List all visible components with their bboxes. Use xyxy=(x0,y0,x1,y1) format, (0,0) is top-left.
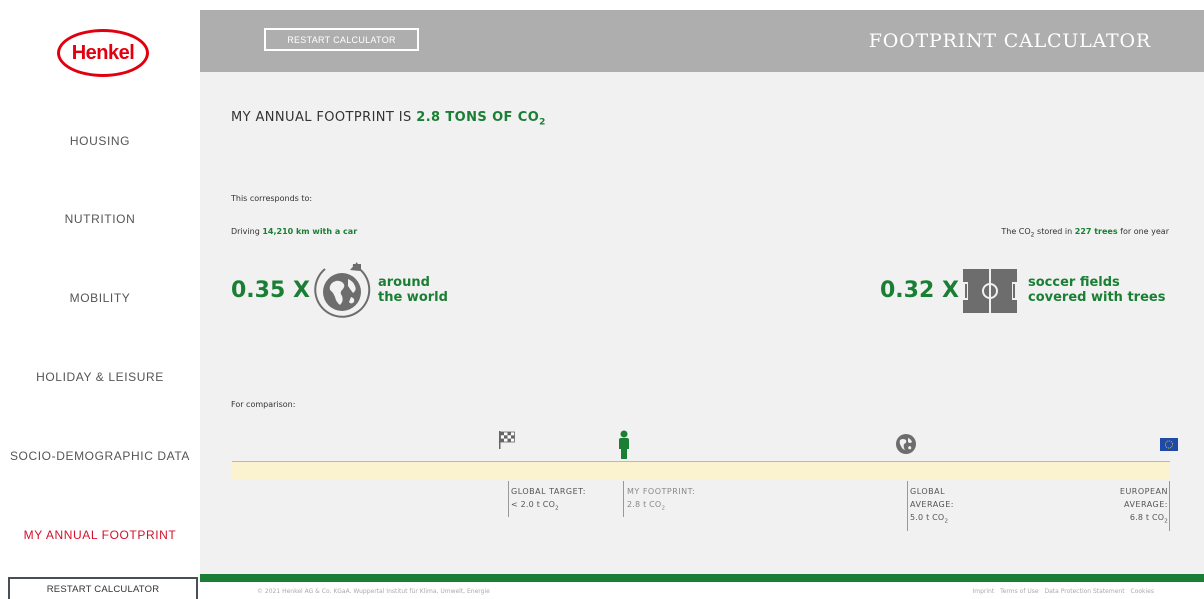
result-value: 2.8 TONS OF CO2 xyxy=(416,110,546,128)
footer-copyright: © 2021 Henkel AG & Co. KGaA. Wuppertal I… xyxy=(257,588,490,595)
sidebar: Henkel HOUSING NUTRITION MOBILITY HOLIDA… xyxy=(0,10,200,595)
footer-link-terms[interactable]: Terms of Use xyxy=(1000,588,1038,595)
result-value-text: 2.8 TONS OF CO xyxy=(416,110,540,125)
sidebar-item-nutrition[interactable]: NUTRITION xyxy=(0,212,200,226)
european-average-sub: 2 xyxy=(1164,518,1168,525)
marker-line-global-average xyxy=(907,481,908,531)
my-footprint-label: MY FOOTPRINT: 2.8 t CO2 xyxy=(627,485,695,516)
eu-flag-icon xyxy=(1160,438,1178,451)
my-footprint-title: MY FOOTPRINT: xyxy=(627,487,696,496)
global-average-title: GLOBAL xyxy=(910,487,946,496)
henkel-logo[interactable]: Henkel xyxy=(57,29,149,77)
footer-link-data-protection[interactable]: Data Protection Statement xyxy=(1045,588,1125,595)
header-restart-button[interactable]: RESTART CALCULATOR xyxy=(264,28,419,51)
trees-prefix: The CO xyxy=(1001,227,1031,236)
sidebar-item-mobility[interactable]: MOBILITY xyxy=(0,291,200,305)
global-average-sub: 2 xyxy=(944,518,949,525)
driving-value: 14,210 km with a car xyxy=(262,227,358,236)
global-average-label: GLOBAL AVERAGE: 5.0 t CO2 xyxy=(910,485,954,529)
footer-link-imprint[interactable]: Imprint xyxy=(972,588,994,595)
global-target-sub: 2 xyxy=(555,505,559,512)
european-average-title-2: AVERAGE: xyxy=(1123,500,1168,509)
result-heading: MY ANNUAL FOOTPRINT IS 2.8 TONS OF CO2 xyxy=(231,110,546,128)
sidebar-item-my-annual-footprint[interactable]: MY ANNUAL FOOTPRINT xyxy=(0,528,200,542)
driving-prefix: Driving xyxy=(231,227,260,236)
app-frame: Henkel HOUSING NUTRITION MOBILITY HOLIDA… xyxy=(0,0,1204,599)
european-average-title: EUROPEAN xyxy=(1119,487,1168,496)
marker-line-my-footprint xyxy=(623,481,624,517)
global-average-value: 5.0 t CO xyxy=(910,513,945,522)
trees-suffix: for one year xyxy=(1120,227,1169,236)
global-target-value: < 2.0 t CO xyxy=(511,500,556,509)
logo-text: Henkel xyxy=(71,41,135,64)
global-target-label: GLOBAL TARGET: < 2.0 t CO2 xyxy=(511,485,586,516)
field-factor: 0.32 X xyxy=(880,278,959,303)
world-factor: 0.35 X xyxy=(231,278,310,303)
driving-text: Driving 14,210 km with a car xyxy=(231,227,357,236)
comparison-intro: For comparison: xyxy=(231,400,296,409)
european-average-label: EUROPEAN AVERAGE: 6.8 t CO2 xyxy=(1120,485,1168,529)
sidebar-restart-button[interactable]: RESTART CALCULATOR xyxy=(8,577,198,599)
result-prefix: MY ANNUAL FOOTPRINT IS xyxy=(231,110,412,125)
trees-sub: 2 xyxy=(1030,231,1035,239)
person-icon xyxy=(619,430,629,459)
correspond-intro: This corresponds to: xyxy=(231,194,313,203)
marker-line-european-average xyxy=(1169,481,1170,531)
trees-value: 227 trees xyxy=(1074,227,1118,236)
field-label: soccer fields covered with trees xyxy=(1028,275,1165,305)
world-label-line2: the world xyxy=(378,290,448,305)
my-footprint-value: 2.8 t CO xyxy=(627,500,662,509)
footer-link-cookies[interactable]: Cookies xyxy=(1131,588,1155,595)
globe-icon xyxy=(896,434,916,454)
main-content: MY ANNUAL FOOTPRINT IS 2.8 TONS OF CO2 T… xyxy=(200,72,1204,574)
footer-links: Imprint Terms of Use Data Protection Sta… xyxy=(968,588,1154,595)
field-label-line2: covered with trees xyxy=(1028,290,1166,305)
footer-accent-bar xyxy=(200,574,1204,582)
world-label-line1: around xyxy=(378,275,430,290)
header-bar: RESTART CALCULATOR FOOTPRINT CALCULATOR xyxy=(200,10,1204,72)
comparison-scale-bar xyxy=(232,461,1170,480)
trees-mid: stored in xyxy=(1037,227,1073,236)
sidebar-item-holiday-leisure[interactable]: HOLIDAY & LEISURE xyxy=(0,370,200,384)
global-average-title-2: AVERAGE: xyxy=(910,500,955,509)
soccer-field-icon xyxy=(963,269,1017,313)
result-value-sub: 2 xyxy=(539,117,546,128)
globe-circle-icon xyxy=(314,262,371,318)
sidebar-item-housing[interactable]: HOUSING xyxy=(0,134,200,148)
my-footprint-sub: 2 xyxy=(661,505,666,512)
world-label: around the world xyxy=(378,275,448,305)
marker-line-global-target xyxy=(508,481,509,517)
field-label-line1: soccer fields xyxy=(1028,275,1120,290)
checkered-flag-icon xyxy=(499,431,515,449)
global-target-title: GLOBAL TARGET: xyxy=(511,487,586,496)
footer: © 2021 Henkel AG & Co. KGaA. Wuppertal I… xyxy=(200,582,1204,595)
page-title: FOOTPRINT CALCULATOR xyxy=(868,30,1151,52)
european-average-value: 6.8 t CO xyxy=(1129,513,1165,522)
trees-text: The CO2 stored in 227 trees for one year xyxy=(1001,227,1169,239)
sidebar-item-socio-demographic[interactable]: SOCIO-DEMOGRAPHIC DATA xyxy=(0,449,200,463)
